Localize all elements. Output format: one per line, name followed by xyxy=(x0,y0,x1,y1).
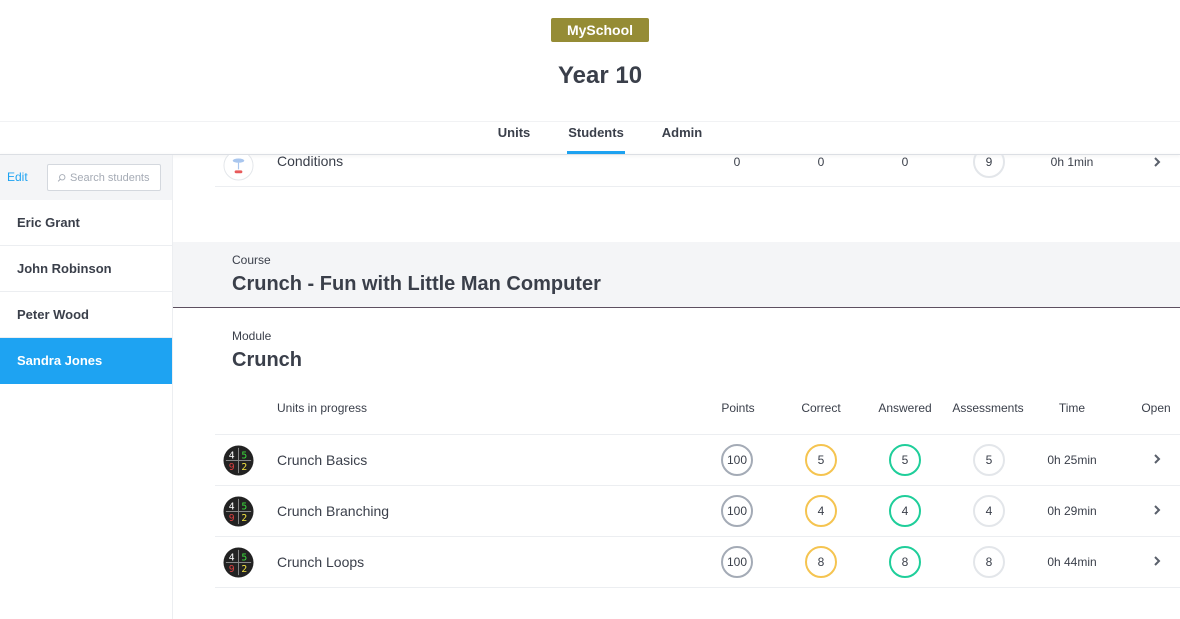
correct-value: 5 xyxy=(817,453,825,467)
points-value: 0 xyxy=(733,155,741,169)
search-icon xyxy=(57,173,66,182)
chevron-right-icon[interactable] xyxy=(1151,453,1163,465)
answered-badge: 5 xyxy=(889,444,921,476)
answered-value: 8 xyxy=(901,555,909,569)
course-label: Course xyxy=(232,253,271,267)
chevron-right-icon[interactable] xyxy=(1151,504,1163,516)
points-value: 100 xyxy=(726,453,748,467)
svg-text:9: 9 xyxy=(229,462,235,473)
assessments-value: 5 xyxy=(985,453,993,467)
sidebar-toolbar: Edit xyxy=(0,155,172,200)
table-row: 4 5 9 2 Crunch Loops 100 8 8 8 0h 44min xyxy=(215,537,1180,588)
time-value: 0h 25min xyxy=(1047,453,1097,467)
crunch-unit-icon: 4 5 9 2 xyxy=(223,547,254,578)
unit-name[interactable]: Crunch Basics xyxy=(277,452,367,468)
main-content: Conditions 0 0 0 9 0h 1min Course Crunch… xyxy=(173,155,1180,619)
page-header: MySchool Year 10 Units Students Admin xyxy=(0,0,1180,155)
student-item-john-robinson[interactable]: John Robinson xyxy=(0,246,172,292)
assessments-value: 9 xyxy=(985,155,993,169)
edit-button[interactable]: Edit xyxy=(7,170,28,184)
student-item-eric-grant[interactable]: Eric Grant xyxy=(0,200,172,246)
assessments-badge: 8 xyxy=(973,546,1005,578)
table-row: 4 5 9 2 Crunch Branching 100 4 4 4 0h 29… xyxy=(215,486,1180,537)
assessments-badge: 4 xyxy=(973,495,1005,527)
student-item-sandra-jones[interactable]: Sandra Jones xyxy=(0,338,172,384)
chevron-right-icon[interactable] xyxy=(1151,555,1163,567)
time-value: 0h 1min xyxy=(1050,155,1094,169)
main-tabs: Units Students Admin xyxy=(0,122,1180,155)
time-value: 0h 29min xyxy=(1047,504,1097,518)
svg-text:2: 2 xyxy=(241,564,247,575)
points-header: Points xyxy=(721,401,755,415)
table-row: Conditions 0 0 0 9 0h 1min xyxy=(215,155,1180,187)
correct-badge: 8 xyxy=(805,546,837,578)
unit-name[interactable]: Crunch Branching xyxy=(277,503,389,519)
course-title: Crunch - Fun with Little Man Computer xyxy=(232,273,601,295)
assessments-value: 4 xyxy=(985,504,993,518)
answered-value: 5 xyxy=(901,453,909,467)
svg-text:9: 9 xyxy=(229,564,235,575)
answered-value: 4 xyxy=(901,504,909,518)
tab-units[interactable]: Units xyxy=(497,122,531,155)
student-item-peter-wood[interactable]: Peter Wood xyxy=(0,292,172,338)
conditions-unit-icon xyxy=(223,155,254,181)
svg-text:4: 4 xyxy=(229,553,235,564)
time-value: 0h 44min xyxy=(1047,555,1097,569)
course-section: Course Crunch - Fun with Little Man Comp… xyxy=(173,242,1180,308)
time-header: Time xyxy=(1058,401,1086,415)
points-badge: 100 xyxy=(721,444,753,476)
answered-header: Answered xyxy=(878,401,932,415)
svg-text:4: 4 xyxy=(229,502,235,513)
answered-badge: 4 xyxy=(889,495,921,527)
module-label: Module xyxy=(232,329,272,343)
correct-header: Correct xyxy=(801,401,841,415)
units-in-progress-header: Units in progress xyxy=(277,401,368,415)
module-title: Crunch xyxy=(232,349,302,371)
correct-value: 4 xyxy=(817,504,825,518)
correct-value: 8 xyxy=(817,555,825,569)
svg-text:4: 4 xyxy=(229,451,235,462)
answered-badge: 8 xyxy=(889,546,921,578)
assessments-badge: 5 xyxy=(973,444,1005,476)
search-students-input[interactable] xyxy=(70,171,160,184)
svg-text:5: 5 xyxy=(241,553,247,564)
assessments-count: 9 xyxy=(973,155,1005,178)
unit-name[interactable]: Crunch Loops xyxy=(277,554,364,570)
table-row: 4 5 9 2 Crunch Basics 100 5 5 5 0h 25min xyxy=(215,435,1180,486)
assessments-header: Assessments xyxy=(952,401,1024,415)
chevron-right-icon[interactable] xyxy=(1151,156,1163,168)
svg-text:5: 5 xyxy=(241,451,247,462)
tab-students[interactable]: Students xyxy=(567,122,625,155)
page-title: Year 10 xyxy=(557,62,643,89)
points-value: 100 xyxy=(726,555,748,569)
points-value: 100 xyxy=(726,504,748,518)
assessments-value: 8 xyxy=(985,555,993,569)
search-box[interactable] xyxy=(47,164,161,191)
correct-badge: 5 xyxy=(805,444,837,476)
open-header: Open xyxy=(1141,401,1171,415)
crunch-unit-icon: 4 5 9 2 xyxy=(223,445,254,476)
correct-value: 0 xyxy=(817,155,825,169)
answered-value: 0 xyxy=(901,155,909,169)
unit-name[interactable]: Conditions xyxy=(277,155,343,169)
svg-text:2: 2 xyxy=(241,513,247,524)
svg-text:2: 2 xyxy=(241,462,247,473)
student-list: Eric Grant John Robinson Peter Wood Sand… xyxy=(0,200,172,384)
svg-text:9: 9 xyxy=(229,513,235,524)
school-badge[interactable]: MySchool xyxy=(551,18,649,42)
student-sidebar: Edit Eric Grant John Robinson Peter Wood… xyxy=(0,155,173,619)
correct-badge: 4 xyxy=(805,495,837,527)
svg-text:5: 5 xyxy=(241,502,247,513)
crunch-unit-icon: 4 5 9 2 xyxy=(223,496,254,527)
tab-admin[interactable]: Admin xyxy=(661,122,703,155)
points-badge: 100 xyxy=(721,495,753,527)
points-badge: 100 xyxy=(721,546,753,578)
